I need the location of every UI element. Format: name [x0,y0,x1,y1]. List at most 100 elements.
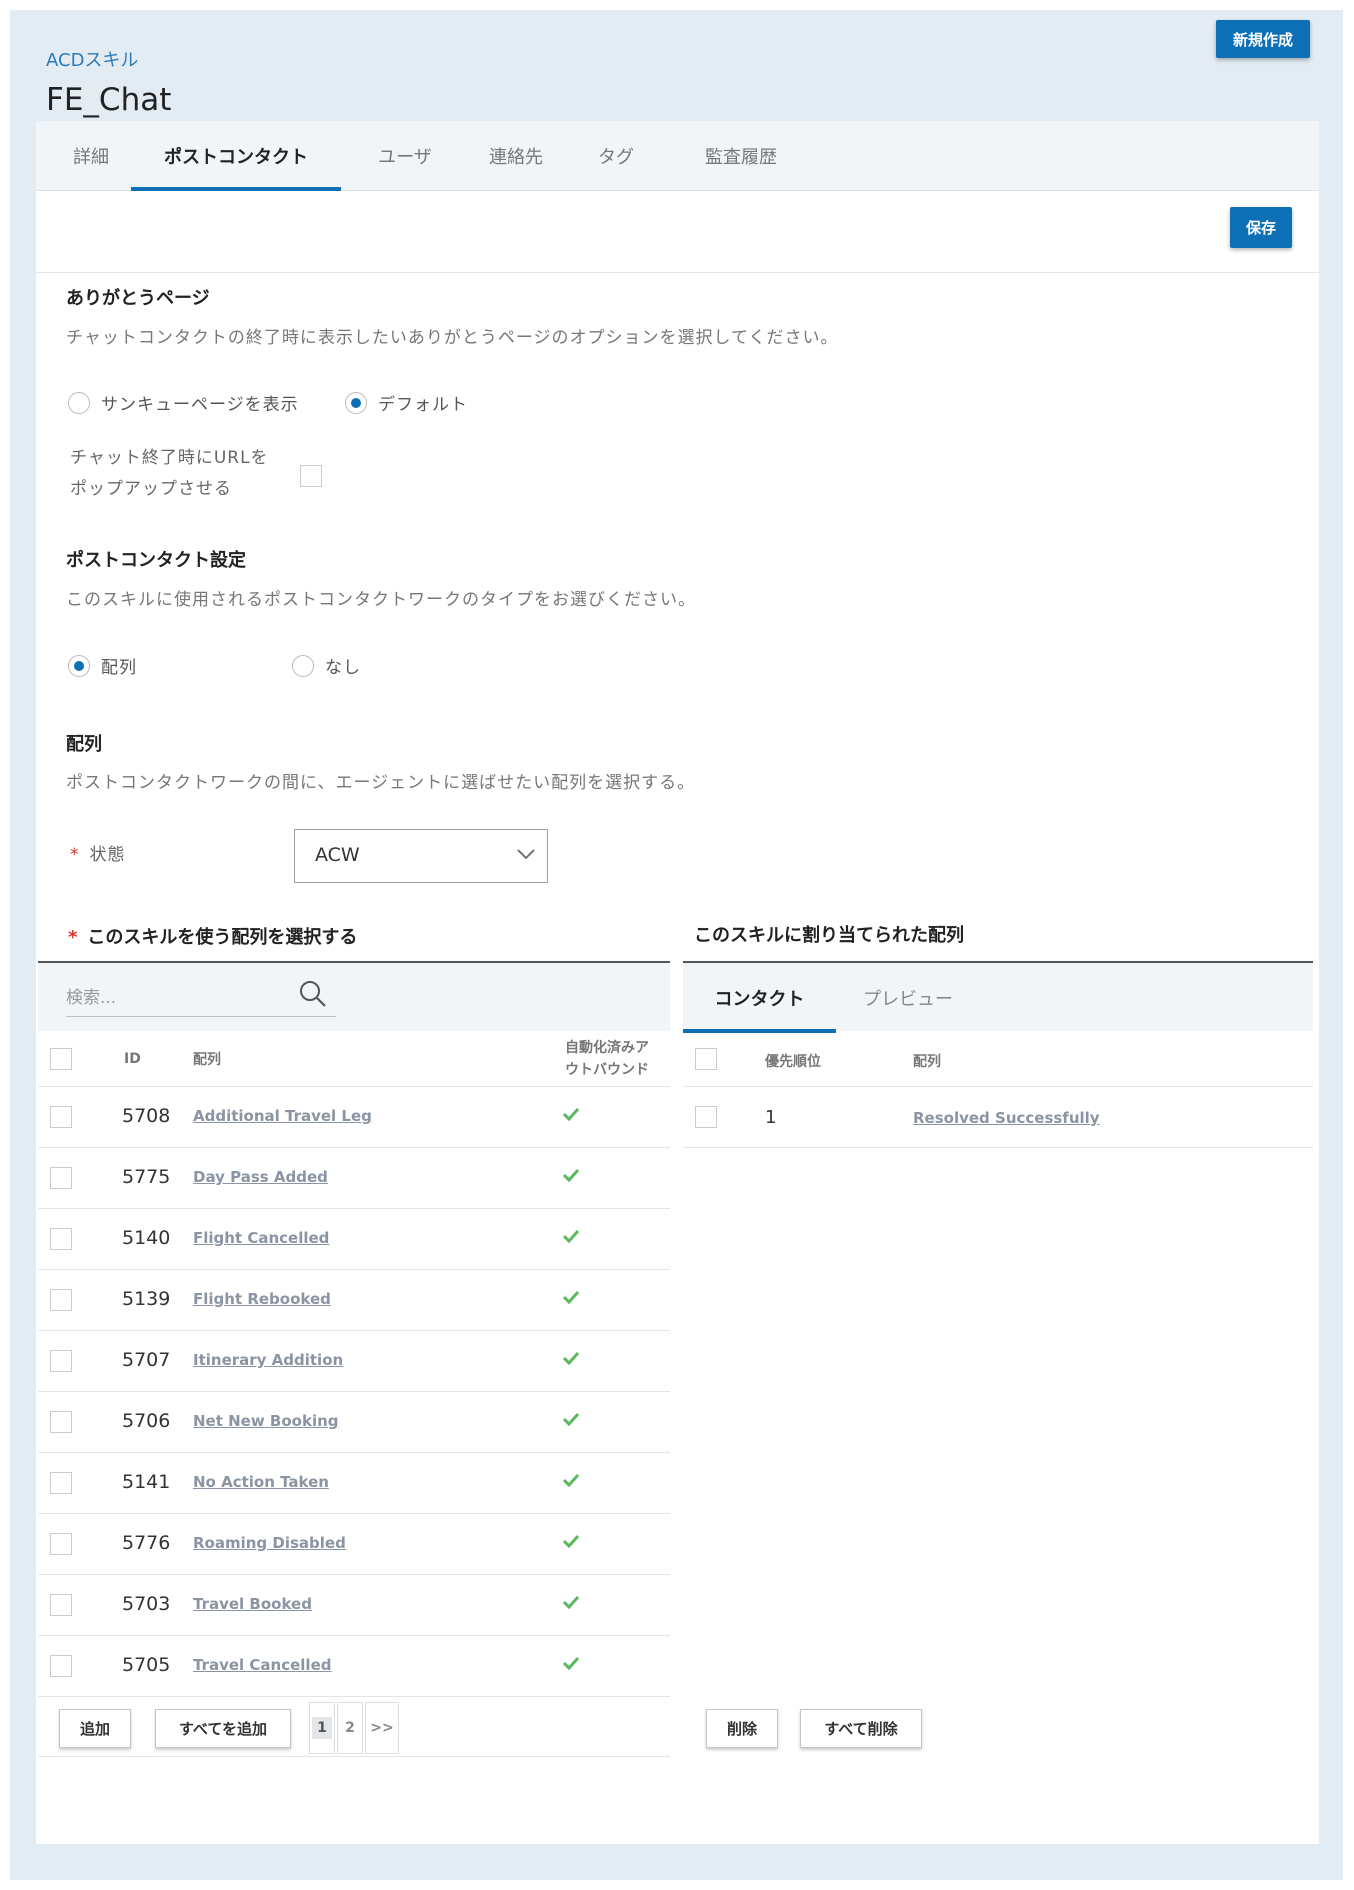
search-input[interactable] [66,979,336,1017]
page-2[interactable]: 2 [337,1702,363,1754]
row-id: 5703 [122,1593,171,1615]
row-checkbox[interactable] [50,1350,72,1372]
thanks-title: ありがとうページ [66,288,210,309]
tab-preview[interactable]: プレビュー [848,963,968,1033]
row-array-link[interactable]: Flight Cancelled [193,1229,329,1247]
assigned-row-checkbox[interactable] [695,1106,717,1128]
save-button[interactable]: 保存 [1230,207,1292,248]
row-checkbox[interactable] [50,1472,72,1494]
right-select-all-checkbox[interactable] [695,1048,717,1070]
row-checkbox[interactable] [50,1594,72,1616]
check-icon [563,1168,579,1182]
select-all-checkbox[interactable] [50,1048,72,1070]
radio-show-thanks[interactable] [68,392,90,414]
row-id: 5705 [122,1654,171,1676]
left-table-header: ID 配列 自動化済みア ウトバウンド [38,1031,670,1087]
table-row: 5776 Roaming Disabled [38,1514,670,1575]
state-select[interactable]: ACW [294,829,548,883]
radio-array-label: 配列 [101,658,137,678]
row-id: 5140 [122,1227,171,1249]
radio-none-label: なし [325,658,361,678]
check-icon [563,1107,579,1121]
row-array-link[interactable]: Net New Booking [193,1412,339,1430]
table-row: 5707 Itinerary Addition [38,1331,670,1392]
tab-details[interactable]: 詳細 [58,121,124,191]
left-table-body: 5708 Additional Travel Leg 5775 Day Pass Ad… [38,1087,670,1697]
left-panel-title-text: このスキルを使う配列を選択する [87,927,358,948]
post-title: ポストコンタクト設定 [66,550,246,571]
post-desc: このスキルに使用されるポストコンタクトワークのタイプをお選びください。 [66,590,696,610]
col-array: 配列 [193,1052,221,1068]
page-title: FE_Chat [46,82,172,118]
page-next[interactable]: >> [365,1702,399,1754]
popup-url-checkbox[interactable] [300,465,322,487]
radio-array[interactable] [68,655,90,677]
row-array-link[interactable]: No Action Taken [193,1473,329,1491]
state-label: * 状態 [70,840,126,871]
tab-post-contact[interactable]: ポストコンタクト [131,121,341,191]
row-id: 5708 [122,1105,171,1127]
add-all-button[interactable]: すべてを追加 [155,1709,291,1748]
row-array-link[interactable]: Additional Travel Leg [193,1107,372,1125]
table-row: 5775 Day Pass Added [38,1148,670,1209]
popup-url-label-1: チャット終了時にURLを [70,448,269,468]
row-array-link[interactable]: Day Pass Added [193,1168,328,1186]
row-id: 5139 [122,1288,171,1310]
page-1[interactable]: 1 [309,1702,335,1754]
row-checkbox[interactable] [50,1411,72,1433]
left-required-mark: * [68,927,78,948]
breadcrumb[interactable]: ACDスキル [46,46,138,72]
delete-button[interactable]: 削除 [706,1709,778,1748]
row-array-link[interactable]: Travel Cancelled [193,1656,332,1674]
table-row: 5706 Net New Booking [38,1392,670,1453]
row-checkbox[interactable] [50,1228,72,1250]
row-array-link[interactable]: Travel Booked [193,1595,312,1613]
radio-none[interactable] [292,655,314,677]
tab-tags[interactable]: タグ [588,121,644,191]
tab-contact[interactable]: コンタクト [683,963,836,1033]
col-auto-line2: ウトバウンド [565,1062,649,1078]
row-id: 5706 [122,1410,171,1432]
row-checkbox[interactable] [50,1655,72,1677]
table-row: 5140 Flight Cancelled [38,1209,670,1270]
tab-users[interactable]: ユーザ [364,121,446,191]
right-panel-title: このスキルに割り当てられた配列 [694,925,964,946]
check-icon [563,1656,579,1670]
new-button[interactable]: 新規作成 [1216,20,1310,58]
check-icon [563,1412,579,1426]
row-checkbox[interactable] [50,1106,72,1128]
left-panel-title: * このスキルを使う配列を選択する [68,923,357,949]
tab-contacts[interactable]: 連絡先 [476,121,556,191]
radio-default[interactable] [345,392,367,414]
row-checkbox[interactable] [50,1167,72,1189]
chevron-down-icon [517,849,535,860]
row-array-link[interactable]: Itinerary Addition [193,1351,343,1369]
table-row: 5139 Flight Rebooked [38,1270,670,1331]
delete-all-button[interactable]: すべて削除 [800,1709,922,1748]
row-checkbox[interactable] [50,1289,72,1311]
search-icon[interactable] [298,979,328,1009]
available-arrays-panel: ID 配列 自動化済みア ウトバウンド 5708 Additional Trave… [38,961,670,1757]
table-row: 5708 Additional Travel Leg [38,1087,670,1148]
col-priority: 優先順位 [765,1054,821,1070]
assigned-row-priority: 1 [765,1107,777,1128]
table-row: 5141 No Action Taken [38,1453,670,1514]
row-checkbox[interactable] [50,1533,72,1555]
required-mark: * [70,845,80,865]
assigned-row-array-link[interactable]: Resolved Successfully [913,1109,1100,1127]
col-id: ID [124,1051,141,1067]
row-array-link[interactable]: Roaming Disabled [193,1534,346,1552]
check-icon [563,1473,579,1487]
array-desc: ポストコンタクトワークの間に、エージェントに選ばせたい配列を選択する。 [66,773,696,793]
add-button[interactable]: 追加 [59,1709,131,1748]
save-bar: 保存 [36,191,1319,273]
tab-audit-history[interactable]: 監査履歴 [686,121,796,191]
assigned-row: 1 Resolved Successfully [683,1087,1313,1148]
row-id: 5141 [122,1471,171,1493]
table-row: 5703 Travel Booked [38,1575,670,1636]
check-icon [563,1351,579,1365]
row-array-link[interactable]: Flight Rebooked [193,1290,331,1308]
thanks-desc: チャットコンタクトの終了時に表示したいありがとうページのオプションを選択してくだ… [66,328,839,348]
content-card: 詳細 ポストコンタクト ユーザ 連絡先 タグ 監査履歴 保存 ありがとうページ … [36,121,1319,1844]
state-select-value: ACW [315,844,360,866]
